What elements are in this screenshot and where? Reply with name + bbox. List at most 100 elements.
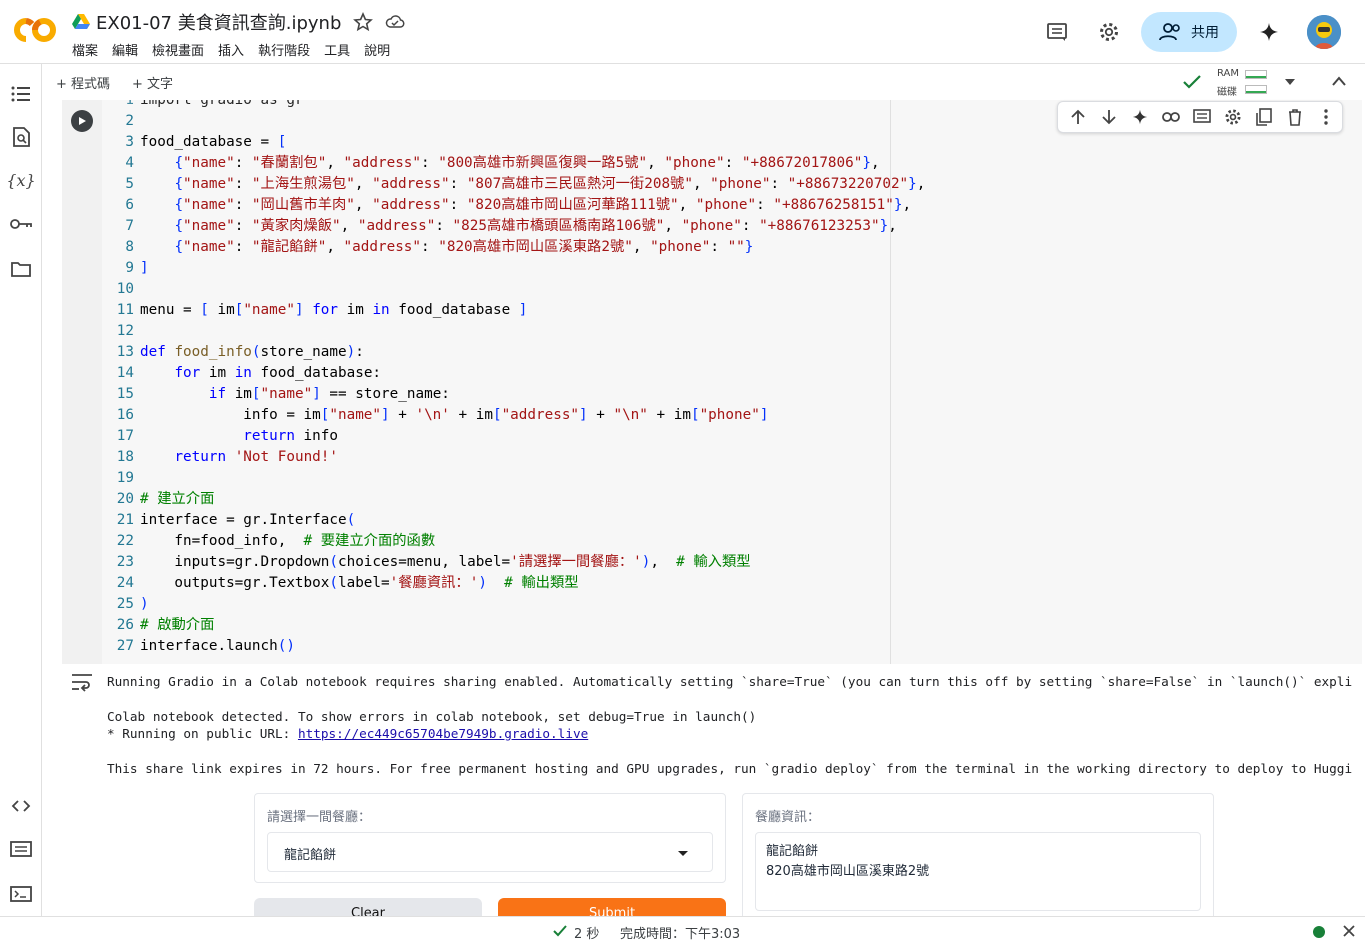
add-text-cell-button[interactable]: + 文字 <box>132 73 173 92</box>
gemini-sparkle-icon[interactable] <box>1124 102 1155 132</box>
code-line: 15 if im["name"] == store_name: <box>102 384 450 405</box>
store-dropdown[interactable]: 龍記餡餅 <box>267 832 713 872</box>
line-number: 17 <box>116 428 134 444</box>
submit-button[interactable]: Submit <box>498 898 726 916</box>
output-text: * Running on public URL: <box>107 726 298 741</box>
close-status-icon[interactable] <box>1343 925 1355 937</box>
menu-tools[interactable]: 工具 <box>324 40 357 59</box>
people-icon <box>1159 23 1180 41</box>
share-button[interactable]: 共用 <box>1141 12 1237 52</box>
user-avatar[interactable] <box>1307 15 1341 49</box>
line-number: 16 <box>116 407 134 423</box>
code-line: 16 info = im["name"] + '\n' + im["addres… <box>102 405 769 426</box>
code-line: 13 def food_info(store_name): <box>102 342 364 363</box>
google-drive-icon[interactable] <box>72 14 90 30</box>
menu-help[interactable]: 說明 <box>364 40 397 59</box>
move-cell-up-icon[interactable] <box>1062 102 1093 132</box>
menu-view[interactable]: 檢視畫面 <box>152 40 211 59</box>
runtime-dropdown-arrow-icon[interactable] <box>1285 79 1295 85</box>
runtime-connected-check-icon[interactable] <box>1182 74 1202 90</box>
code-line: 23 inputs=gr.Dropdown(choices=menu, labe… <box>102 552 751 573</box>
code-line-text: {"name": "春蘭割包", "address": "800高雄市新興區復興… <box>174 155 880 171</box>
run-cell-button[interactable] <box>71 110 93 132</box>
code-line: 5 {"name": "上海生煎湯包", "address": "807高雄市三… <box>102 174 925 195</box>
code-line-text: ) <box>140 596 149 612</box>
notebook-title[interactable]: EX01-07 美食資訊查詢.ipynb <box>96 9 341 35</box>
dropdown-selected-value: 龍記餡餅 <box>284 848 337 863</box>
link-icon[interactable] <box>1155 102 1186 132</box>
code-snippets-icon[interactable] <box>9 794 33 818</box>
line-number: 23 <box>116 554 134 570</box>
line-number: 18 <box>116 449 134 465</box>
status-bar: 2 秒 完成時間：下午3:03 <box>0 916 1365 945</box>
code-line-text: if im["name"] == store_name: <box>208 386 450 402</box>
cloud-saved-icon[interactable] <box>385 12 405 32</box>
ram-usage-bar <box>1245 70 1267 79</box>
menu-file[interactable]: 檔案 <box>72 40 105 59</box>
result-textbox[interactable]: 龍記餡餅 820高雄市岡山區溪東路2號 <box>755 832 1201 911</box>
line-number: 14 <box>116 365 134 381</box>
menu-edit[interactable]: 編輯 <box>112 40 145 59</box>
code-editor[interactable]: 1 import gradio as gr 2 3 food_database = [… <box>102 100 1362 664</box>
line-number: 7 <box>125 218 134 234</box>
line-number: 20 <box>116 491 134 507</box>
find-in-notebook-icon[interactable] <box>9 125 33 149</box>
code-line-text: info = im["name"] + '\n' + im["address"]… <box>140 407 769 423</box>
delete-trash-icon[interactable] <box>1280 102 1311 132</box>
code-line-text: menu = [ im["name"] for im in food_datab… <box>140 302 528 318</box>
clear-button[interactable]: Clear <box>254 898 482 916</box>
line-number: 21 <box>116 512 134 528</box>
code-line: 6 {"name": "岡山舊市羊肉", "address": "820高雄市岡… <box>102 195 911 216</box>
line-number: 25 <box>116 596 134 612</box>
add-code-cell-button[interactable]: + 程式碼 <box>56 73 110 92</box>
code-line-text: inputs=gr.Dropdown(choices=menu, label='… <box>140 554 751 570</box>
output-line: * Running on public URL: https://ec449c6… <box>107 725 588 742</box>
code-line: 27 interface.launch() <box>102 636 295 657</box>
left-sidebar: {x} <box>0 64 42 916</box>
code-line: 12 <box>102 321 140 342</box>
colab-logo[interactable] <box>14 12 58 48</box>
mirror-cell-icon[interactable] <box>1249 102 1280 132</box>
menu-runtime[interactable]: 執行階段 <box>258 40 317 59</box>
app-header: EX01-07 美食資訊查詢.ipynb 檔案 編輯 檢視畫面 插入 執行階段 … <box>0 0 1365 64</box>
header-actions: 共用 <box>1025 10 1365 54</box>
code-line: 4 {"name": "春蘭割包", "address": "800高雄市新興區… <box>102 153 880 174</box>
completion-time: 完成時間：下午3:03 <box>620 927 741 942</box>
secrets-key-icon[interactable] <box>9 212 33 236</box>
move-cell-down-icon[interactable] <box>1093 102 1124 132</box>
files-folder-icon[interactable] <box>9 257 33 281</box>
more-options-icon[interactable] <box>1311 102 1342 132</box>
output-options-icon[interactable] <box>71 672 93 692</box>
code-line-text: return info <box>243 428 338 444</box>
star-icon[interactable] <box>353 12 374 32</box>
line-number: 13 <box>116 344 134 360</box>
comment-icon[interactable] <box>1186 102 1217 132</box>
code-line: 14 for im in food_database: <box>102 363 381 384</box>
table-of-contents-icon[interactable] <box>9 82 33 106</box>
code-line-text: ] <box>140 260 149 276</box>
code-line-text: import gradio as gr <box>140 100 304 108</box>
settings-gear-icon[interactable] <box>1089 12 1129 52</box>
code-cell[interactable]: 1 import gradio as gr 2 3 food_database = [… <box>62 100 1362 664</box>
variables-icon[interactable]: {x} <box>6 168 35 192</box>
gradio-output-panel: 餐廳資訊： 龍記餡餅 820高雄市岡山區溪東路2號 <box>742 793 1214 916</box>
comments-icon[interactable] <box>1037 12 1077 52</box>
public-url-link[interactable]: https://ec449c65704be7949b.gradio.live <box>298 726 588 741</box>
gemini-sparkle-icon[interactable] <box>1249 12 1289 52</box>
line-number: 15 <box>116 386 134 402</box>
code-line-text: interface.launch() <box>140 638 295 654</box>
code-line-text: return 'Not Found!' <box>174 449 338 465</box>
file-title-row: EX01-07 美食資訊查詢.ipynb <box>72 10 405 34</box>
line-number: 5 <box>125 176 134 192</box>
command-palette-icon[interactable] <box>9 837 33 861</box>
code-line: 8 {"name": "龍記餡餅", "address": "820高雄市岡山區… <box>102 237 753 258</box>
menu-insert[interactable]: 插入 <box>218 40 251 59</box>
caret-down-icon <box>678 851 688 856</box>
code-line: 19 <box>102 468 140 489</box>
code-line: 24 outputs=gr.Textbox(label='餐廳資訊：') # 輸… <box>102 573 579 594</box>
cell-settings-gear-icon[interactable] <box>1218 102 1249 132</box>
terminal-icon[interactable] <box>9 882 33 906</box>
collapse-chevron-up-icon[interactable] <box>1332 76 1346 86</box>
notebook-toolbar: + 程式碼 + 文字 RAM 磁碟 <box>42 64 1365 100</box>
code-line: 25) <box>102 594 149 615</box>
